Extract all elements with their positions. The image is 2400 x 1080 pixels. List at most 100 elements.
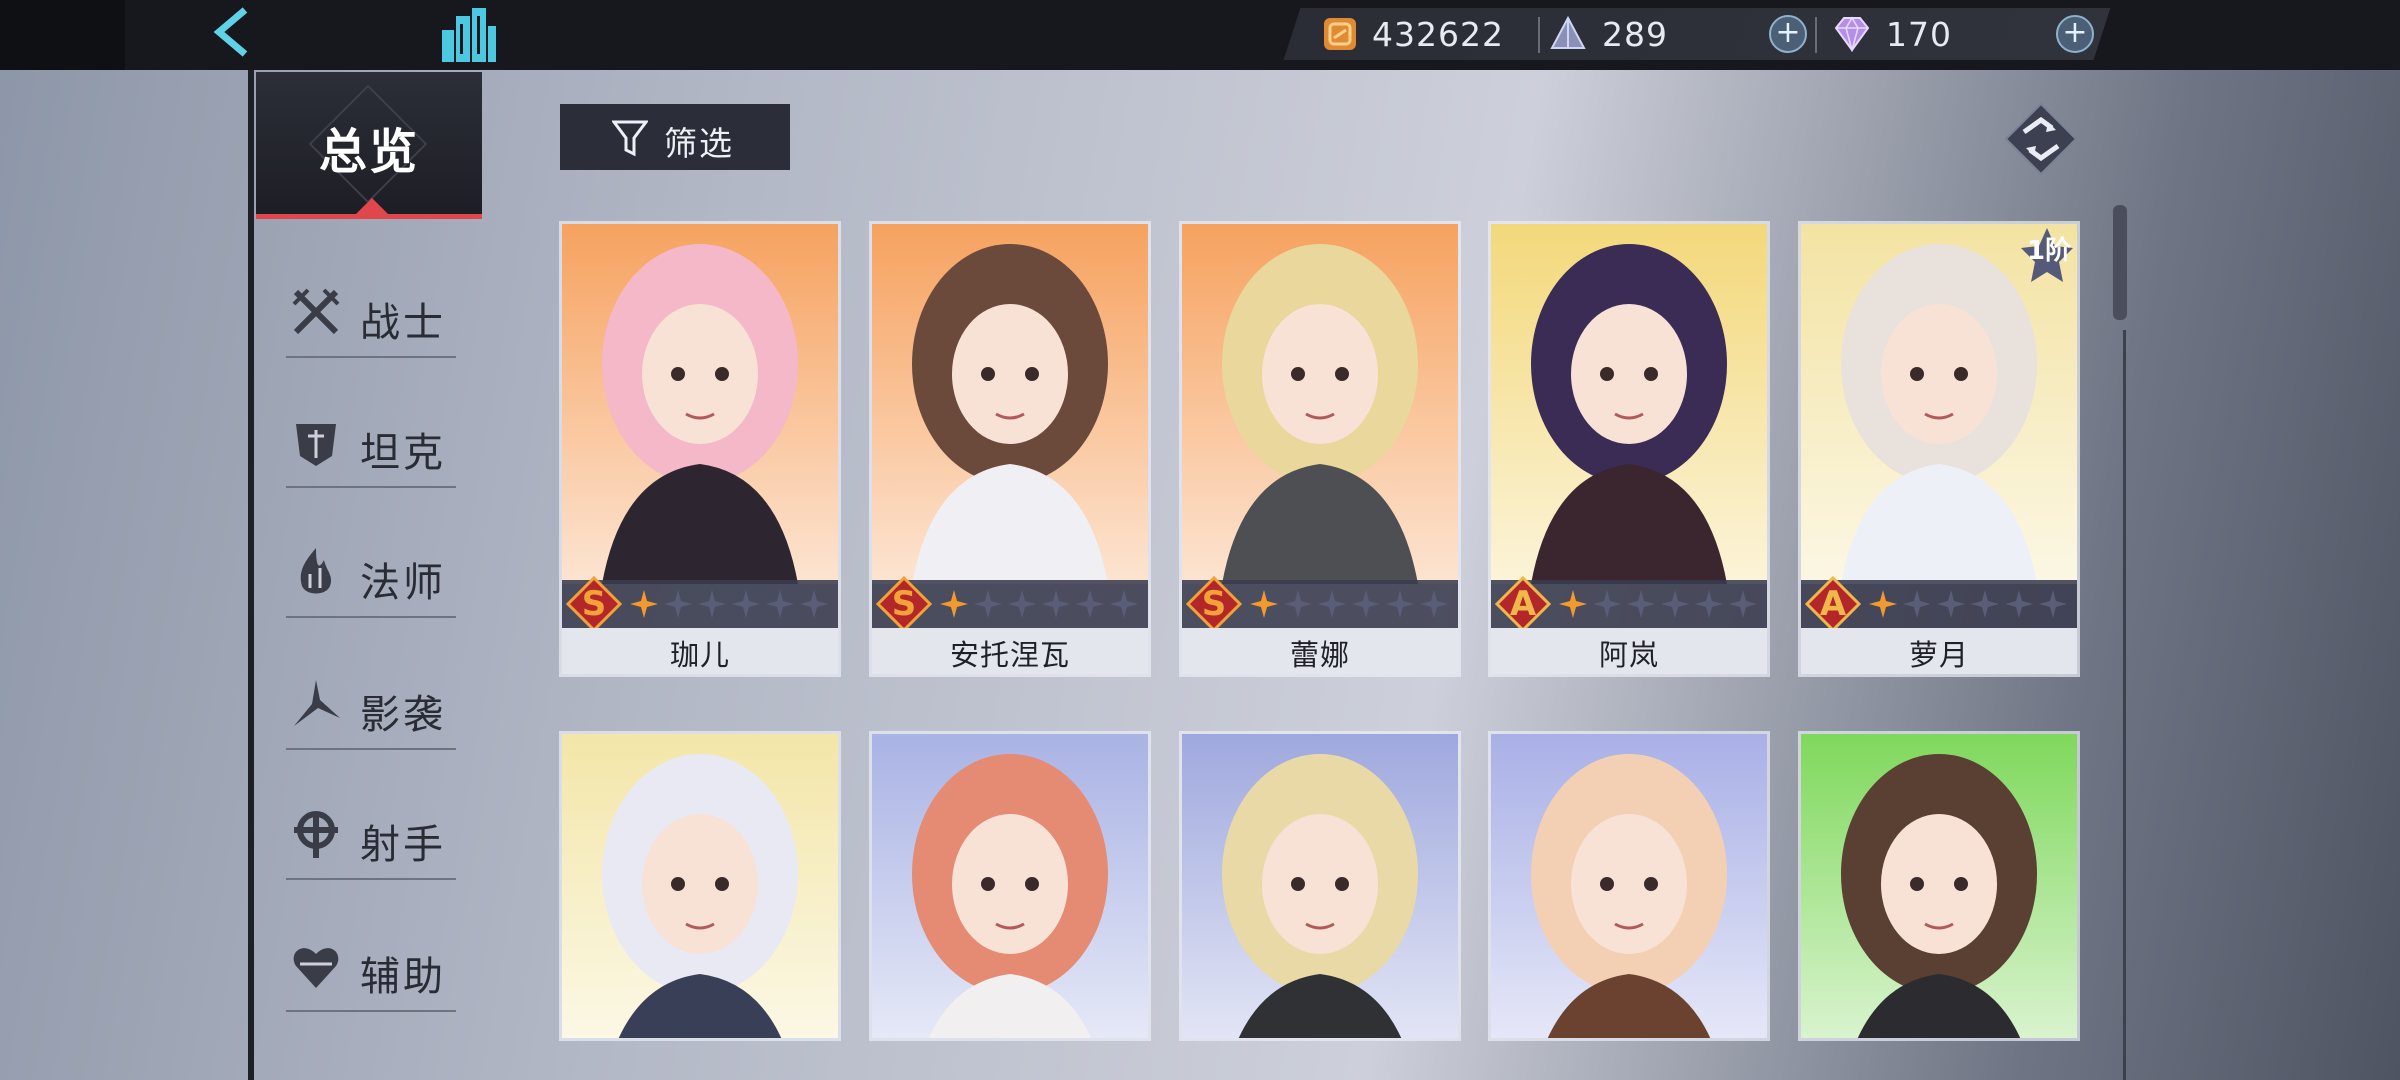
character-card[interactable]: A 萝月 1阶 [1801, 224, 2077, 674]
star-empty-icon [974, 590, 1002, 618]
star-empty-icon [1627, 590, 1655, 618]
sidebar-item-support[interactable]: 辅助 [286, 910, 456, 1012]
rank-letter: A [1819, 584, 1847, 624]
add-stamina-button[interactable]: + [1769, 15, 1807, 53]
character-card[interactable] [562, 734, 838, 1038]
star-empty-icon [664, 590, 692, 618]
star-rating [1869, 590, 2067, 618]
rank-badge: A [1494, 575, 1552, 633]
shuriken-icon [294, 680, 340, 726]
character-card[interactable] [872, 734, 1148, 1038]
star-empty-icon [1661, 590, 1689, 618]
crosshair-icon [294, 811, 338, 858]
sidebar-item-mage[interactable]: 法师 [286, 516, 456, 618]
star-empty-icon [800, 590, 828, 618]
star-empty-icon [1593, 590, 1621, 618]
rank-letter: S [891, 584, 917, 624]
character-portrait [1182, 224, 1458, 584]
character-portrait [1182, 734, 1458, 1038]
rank-letter: S [1201, 584, 1227, 624]
tab-overview-label: 总览 [318, 124, 419, 180]
star-empty-icon [1318, 590, 1346, 618]
rank-badge: S [565, 575, 623, 633]
crossed-swords-icon [292, 288, 340, 335]
home-button[interactable] [438, 4, 498, 66]
star-rating [1250, 590, 1448, 618]
star-rating [630, 590, 828, 618]
star-empty-icon [2005, 590, 2033, 618]
active-indicator [354, 198, 390, 216]
star-filled-icon [630, 590, 658, 618]
top-bar-edge [0, 0, 125, 70]
sidebar-item-label: 射手 [360, 822, 446, 868]
rank-badge: S [875, 575, 933, 633]
rank-letter: S [581, 584, 607, 624]
star-empty-icon [1008, 590, 1036, 618]
star-empty-icon [732, 590, 760, 618]
character-card[interactable] [1801, 734, 2077, 1038]
heart-icon [293, 948, 339, 988]
star-empty-icon [1695, 590, 1723, 618]
scrollbar-thumb[interactable] [2113, 205, 2127, 320]
star-empty-icon [1903, 590, 1931, 618]
character-card[interactable]: S 安托涅瓦 [872, 224, 1148, 674]
sidebar-item-assassin[interactable]: 影袭 [286, 648, 456, 750]
diamond-icon [1834, 16, 1870, 52]
character-card[interactable] [1491, 734, 1767, 1038]
sidebar-item-label: 坦克 [360, 430, 446, 476]
add-diamond-button[interactable]: + [2056, 15, 2094, 53]
character-portrait [1491, 224, 1767, 584]
character-portrait [1801, 734, 2077, 1038]
diamond-resource: 170 [1832, 8, 1952, 60]
tier-badge: 1阶 [2019, 226, 2075, 286]
sidebar-divider [248, 70, 254, 1080]
star-rating [940, 590, 1138, 618]
star-empty-icon [1076, 590, 1104, 618]
gold-value: 432622 [1372, 14, 1504, 54]
character-portrait [872, 224, 1148, 584]
star-empty-icon [1420, 590, 1448, 618]
character-name: 蕾娜 [1289, 638, 1350, 672]
sidebar-item-marksman[interactable]: 射手 [286, 778, 456, 880]
sidebar-item-label: 战士 [360, 300, 446, 346]
sidebar-item-warrior[interactable]: 战士 [286, 256, 456, 358]
character-card[interactable]: S 珈儿 [562, 224, 838, 674]
rank-badge: S [1185, 575, 1243, 633]
character-portrait [872, 734, 1148, 1038]
sidebar-item-label: 辅助 [360, 954, 446, 1000]
star-filled-icon [940, 590, 968, 618]
funnel-icon [612, 120, 648, 157]
filter-button[interactable]: 筛选 [560, 104, 790, 170]
sidebar-item-label: 影袭 [360, 692, 446, 738]
diamond-value: 170 [1886, 14, 1952, 54]
gold-coin-icon [1324, 18, 1356, 50]
tab-overview[interactable]: 总览 [256, 72, 482, 219]
refresh-icon [2004, 102, 2078, 176]
stamina-value: 289 [1602, 14, 1668, 54]
star-empty-icon [1971, 590, 1999, 618]
character-card[interactable] [1182, 734, 1458, 1038]
star-empty-icon [1937, 590, 1965, 618]
rank-letter: A [1509, 584, 1537, 624]
sidebar-item-tank[interactable]: 坦克 [286, 386, 456, 488]
character-card[interactable]: A 阿岚 [1491, 224, 1767, 674]
star-empty-icon [2039, 590, 2067, 618]
separator [1815, 17, 1817, 53]
scroll-track [2123, 330, 2126, 1080]
back-button[interactable] [205, 4, 265, 64]
star-empty-icon [1042, 590, 1070, 618]
star-empty-icon [1352, 590, 1380, 618]
star-filled-icon [1559, 590, 1587, 618]
character-card[interactable]: S 蕾娜 [1182, 224, 1458, 674]
refresh-button[interactable] [2004, 102, 2078, 176]
star-rating [1559, 590, 1757, 618]
filter-label: 筛选 [664, 124, 734, 163]
star-empty-icon [1284, 590, 1312, 618]
chevron-left-icon [213, 7, 248, 57]
character-name: 阿岚 [1598, 638, 1659, 672]
star-filled-icon [1250, 590, 1278, 618]
rank-badge: A [1804, 575, 1862, 633]
city-icon [442, 8, 496, 62]
flame-icon [300, 548, 332, 594]
tier-label: 1阶 [2027, 236, 2072, 266]
